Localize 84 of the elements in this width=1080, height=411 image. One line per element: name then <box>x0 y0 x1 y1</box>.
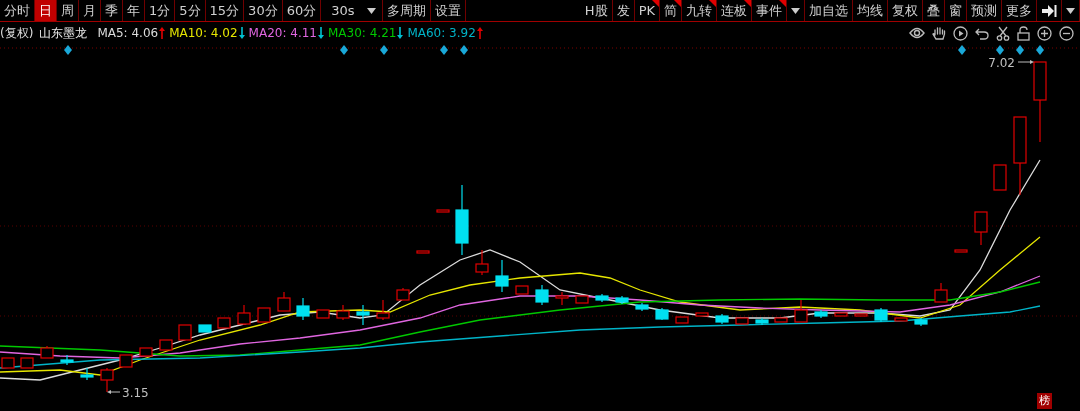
adjustment-label: (复权) <box>0 24 34 42</box>
caret-icon <box>1066 7 1075 14</box>
candlestick <box>237 304 251 326</box>
candlestick <box>356 304 370 326</box>
candlestick <box>834 312 848 317</box>
zoom-out-icon[interactable] <box>1059 25 1074 41</box>
eye-icon[interactable] <box>909 27 925 39</box>
candlestick <box>974 211 988 246</box>
scissors-icon[interactable] <box>996 25 1010 41</box>
event-marker-icon[interactable] <box>958 45 966 55</box>
candlestick <box>60 354 74 366</box>
caret-icon <box>791 7 800 14</box>
candlestick <box>794 299 808 323</box>
candlestick <box>20 357 34 369</box>
event-marker-icon[interactable] <box>460 45 468 55</box>
candlestick <box>475 249 489 276</box>
candlestick <box>277 291 291 312</box>
candlestick <box>555 291 569 306</box>
candlestick <box>615 295 629 305</box>
candlestick <box>735 317 749 325</box>
leader-line <box>107 390 121 394</box>
candlestick <box>257 307 271 323</box>
candlestick <box>515 285 529 295</box>
candlestick <box>316 309 330 319</box>
candlestick <box>159 339 173 351</box>
moving-average-value: MA60: 3.92 <box>407 26 476 40</box>
event-marker-icon[interactable] <box>996 45 1004 55</box>
event-marker-icon[interactable] <box>340 45 348 55</box>
moving-average-value: MA20: 4.11 <box>248 26 317 40</box>
candlestick <box>336 304 350 321</box>
candlestick <box>40 345 54 359</box>
candlestick <box>396 287 410 301</box>
candlestick <box>854 313 868 317</box>
candlestick <box>814 309 828 319</box>
candlestick <box>119 354 133 368</box>
candlestick <box>416 250 430 254</box>
ranking-badge[interactable]: 榜 <box>1037 393 1052 409</box>
candlestick <box>954 249 968 253</box>
high-price-label: 7.02 <box>988 56 1015 70</box>
candlestick <box>495 259 509 293</box>
candlestick <box>296 297 310 321</box>
event-marker-icon[interactable] <box>440 45 448 55</box>
candlestick <box>914 317 928 327</box>
candlestick <box>993 164 1007 191</box>
candlestick <box>755 317 769 326</box>
event-marker-icon[interactable] <box>64 45 72 55</box>
candlestick <box>934 282 948 303</box>
moving-average-value: MA5: 4.06 <box>97 26 159 40</box>
candlestick <box>455 184 469 256</box>
candlestick <box>874 307 888 323</box>
candlestick <box>376 299 390 321</box>
arrow-to-bar-icon <box>1041 3 1057 18</box>
event-marker-icon[interactable] <box>1036 45 1044 55</box>
hand-icon[interactable] <box>932 25 946 41</box>
leader-line <box>1017 60 1034 64</box>
candlestick <box>535 284 549 306</box>
candlestick <box>575 295 589 304</box>
low-price-label: 3.15 <box>122 386 149 400</box>
event-marker-icon[interactable] <box>380 45 388 55</box>
stock-name: 山东墨龙 <box>39 24 88 42</box>
candlestick <box>595 293 609 303</box>
zoom-in-icon[interactable] <box>1037 25 1052 41</box>
undo-icon[interactable] <box>975 26 989 40</box>
caret-icon <box>366 7 376 14</box>
candlestick <box>178 324 192 341</box>
candlestick <box>217 317 231 329</box>
period-tab[interactable]: 日 <box>35 0 57 21</box>
candlestick <box>436 209 450 213</box>
event-marker-icon[interactable] <box>1016 45 1024 55</box>
play-circle-icon[interactable] <box>953 25 968 41</box>
moving-average-value: MA10: 4.02 <box>169 26 238 40</box>
candlestick <box>655 307 669 321</box>
candlestick <box>198 324 212 333</box>
candlestick <box>774 317 788 323</box>
candlestick <box>80 367 94 381</box>
candlestick <box>635 302 649 312</box>
candlestick <box>894 317 908 322</box>
candlestick <box>139 347 153 357</box>
lock-icon[interactable] <box>1017 25 1030 41</box>
candlestick <box>695 312 709 317</box>
moving-average-value: MA30: 4.21 <box>328 26 397 40</box>
candlestick <box>675 316 689 324</box>
candlestick <box>715 313 729 325</box>
candlestick <box>100 367 114 393</box>
